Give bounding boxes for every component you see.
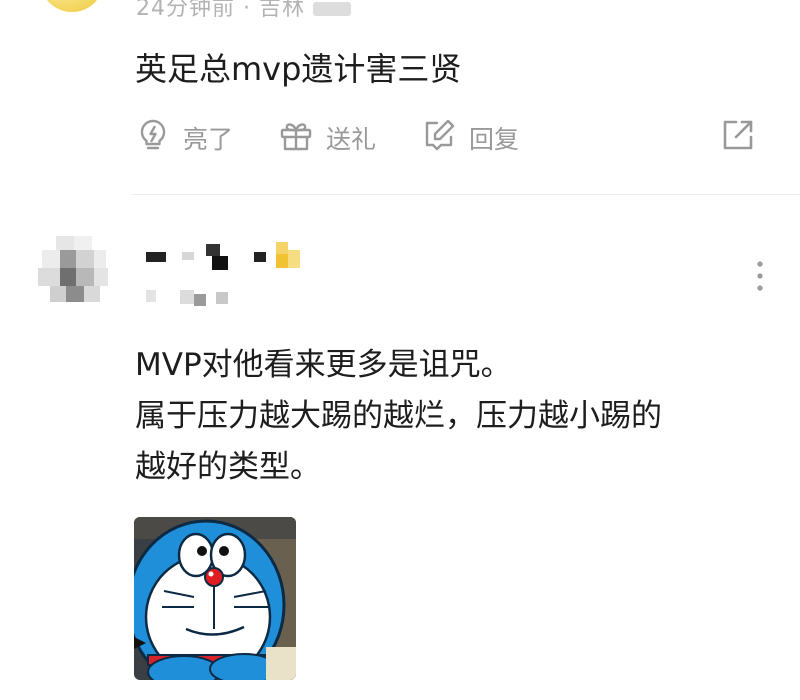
reply-edit-icon [421,117,469,159]
obscured-text [313,2,352,16]
doraemon-sticker-image[interactable] [134,517,296,680]
divider [132,194,800,195]
gift-label: 送礼 [326,125,377,154]
more-vertical-icon [748,261,772,298]
username-obscured[interactable] [146,240,326,280]
comment-text: MVP对他看来更多是诅咒。 属于压力越大踢的越烂，压力越小踢的 越好的类型。 [135,340,662,493]
reply-label: 回复 [469,125,520,154]
comment-line: 越好的类型。 [135,449,321,485]
gift-button[interactable]: 送礼 [278,115,376,161]
comment-action-bar: 亮了 送礼 回复 [135,115,775,165]
avatar[interactable] [38,236,110,308]
like-label: 亮了 [183,125,234,154]
like-button[interactable]: 亮了 [135,115,233,161]
avatar[interactable] [40,0,104,12]
comment-time: 24分钟前 [136,0,235,21]
gift-icon [278,117,326,159]
share-button[interactable] [720,115,768,161]
share-icon [720,117,768,159]
lightbulb-icon [135,117,183,159]
comment-location: 吉林 [259,0,306,21]
comment-meta: 24分钟前 · 吉林 [136,0,352,22]
reply-button[interactable]: 回复 [421,115,519,161]
comment-line: MVP对他看来更多是诅咒。 [135,347,512,383]
comment-line: 属于压力越大踢的越烂，压力越小踢的 [135,398,662,434]
comment-text: 英足总mvp遗计害三贤 [135,50,462,88]
more-button[interactable] [748,258,772,294]
comment-meta-obscured [146,286,256,308]
